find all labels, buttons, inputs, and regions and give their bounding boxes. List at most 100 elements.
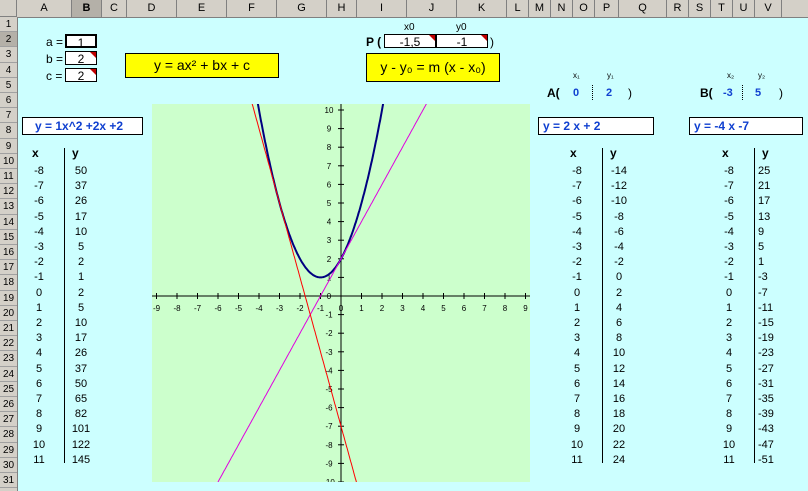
table-cell-x[interactable]: 8 [24,407,54,421]
table-cell-y[interactable]: 17 [758,194,770,208]
table-cell-x[interactable]: 11 [714,453,744,467]
column-header-s[interactable]: S [689,0,711,17]
column-header-n[interactable]: N [551,0,573,17]
table-cell-x[interactable]: 11 [24,453,54,467]
column-header-j[interactable]: J [407,0,457,17]
row-header-17[interactable]: 17 [0,260,17,276]
table-cell-x[interactable]: 9 [24,422,54,436]
row-header-23[interactable]: 23 [0,351,17,367]
c-input[interactable]: 2 [65,68,97,83]
table-cell-y[interactable]: -2 [604,255,634,269]
row-header-25[interactable]: 25 [0,382,17,397]
row-header-29[interactable]: 29 [0,443,17,458]
column-header-f[interactable]: F [227,0,277,17]
table-cell-y[interactable]: -19 [758,331,774,345]
table-cell-x[interactable]: -5 [714,210,744,224]
point-b-y[interactable]: 5 [755,87,761,99]
table-cell-y[interactable]: 6 [604,316,634,330]
column-header-t[interactable]: T [711,0,733,17]
column-header-p[interactable]: P [595,0,619,17]
row-header-10[interactable]: 10 [0,154,17,169]
table-cell-x[interactable]: 5 [714,362,744,376]
row-header-9[interactable]: 9 [0,139,17,154]
row-header-26[interactable]: 26 [0,397,17,413]
table-cell-y[interactable]: 24 [604,453,634,467]
table-cell-y[interactable]: 14 [604,377,634,391]
table-cell-x[interactable]: -7 [562,179,592,193]
table-cell-y[interactable]: -7 [758,286,768,300]
table-cell-y[interactable]: -51 [758,453,774,467]
table-cell-x[interactable]: -1 [24,270,54,284]
table-cell-x[interactable]: 0 [714,286,744,300]
table-cell-x[interactable]: 9 [714,422,744,436]
table-cell-x[interactable]: 9 [562,422,592,436]
table-cell-x[interactable]: -7 [714,179,744,193]
table-cell-y[interactable]: -4 [604,240,634,254]
table-cell-x[interactable]: 4 [24,346,54,360]
table-cell-x[interactable]: 1 [714,301,744,315]
column-header-k[interactable]: K [457,0,507,17]
table-cell-x[interactable]: 7 [714,392,744,406]
table-cell-x[interactable]: 3 [714,331,744,345]
table-cell-y[interactable]: 13 [758,210,770,224]
table-cell-x[interactable]: -2 [24,255,54,269]
table-cell-x[interactable]: -8 [24,164,54,178]
table-cell-y[interactable]: -47 [758,438,774,452]
row-header-19[interactable]: 19 [0,291,17,306]
table-cell-y[interactable]: -8 [604,210,634,224]
table-cell-y[interactable]: 10 [66,225,96,239]
row-header-2[interactable]: 2 [0,32,17,48]
table-cell-x[interactable]: 11 [562,453,592,467]
column-header-r[interactable]: R [667,0,689,17]
row-header-28[interactable]: 28 [0,427,17,443]
table-cell-y[interactable]: -15 [758,316,774,330]
table-cell-x[interactable]: 7 [24,392,54,406]
table-cell-x[interactable]: 2 [24,316,54,330]
column-header-l[interactable]: L [507,0,529,17]
row-header-15[interactable]: 15 [0,230,17,245]
row-header-8[interactable]: 8 [0,123,17,139]
table-cell-y[interactable]: 20 [604,422,634,436]
row-header-30[interactable]: 30 [0,458,17,473]
table-cell-y[interactable]: 122 [66,438,96,452]
table-cell-x[interactable]: 8 [562,407,592,421]
table-cell-x[interactable]: -3 [714,240,744,254]
table-cell-y[interactable]: -12 [604,179,634,193]
row-header-14[interactable]: 14 [0,215,17,230]
row-header-3[interactable]: 3 [0,47,17,63]
table-cell-y[interactable]: -14 [604,164,634,178]
table-cell-y[interactable]: -43 [758,422,774,436]
column-header-q[interactable]: Q [619,0,667,17]
table-cell-y[interactable]: 21 [758,179,770,193]
table-cell-y[interactable]: -39 [758,407,774,421]
table-cell-y[interactable]: 5 [66,240,96,254]
table-cell-x[interactable]: -2 [714,255,744,269]
column-header-i[interactable]: I [357,0,407,17]
column-header-h[interactable]: H [327,0,357,17]
table-cell-y[interactable]: 1 [66,270,96,284]
point-a-x[interactable]: 0 [573,87,579,99]
column-header-m[interactable]: M [529,0,551,17]
table-cell-y[interactable]: 50 [66,377,96,391]
table-cell-y[interactable]: -10 [604,194,634,208]
function-chart[interactable]: -9 -8 -7 -6 -5 -4 -3 -2 -1 0 1 2 3 4 5 6 7 8 9109876543210… [152,104,530,482]
column-header-b[interactable]: B [72,0,102,17]
table-cell-y[interactable]: 37 [66,362,96,376]
column-header-d[interactable]: D [127,0,177,17]
table-cell-y[interactable]: 2 [604,286,634,300]
select-all-corner[interactable] [0,0,17,17]
table-cell-x[interactable]: -5 [562,210,592,224]
table-cell-x[interactable]: -8 [714,164,744,178]
table-cell-y[interactable]: 4 [604,301,634,315]
row-header-13[interactable]: 13 [0,199,17,215]
y0-input[interactable]: -1 [436,34,488,49]
table-cell-x[interactable]: 0 [24,286,54,300]
row-header-24[interactable]: 24 [0,367,17,382]
table-cell-y[interactable]: 65 [66,392,96,406]
table-cell-y[interactable]: 50 [66,164,96,178]
column-header-v[interactable]: V [755,0,782,17]
table-cell-y[interactable]: 2 [66,286,96,300]
row-header-27[interactable]: 27 [0,412,17,428]
point-a-y[interactable]: 2 [606,87,612,99]
table-cell-x[interactable]: -4 [24,225,54,239]
